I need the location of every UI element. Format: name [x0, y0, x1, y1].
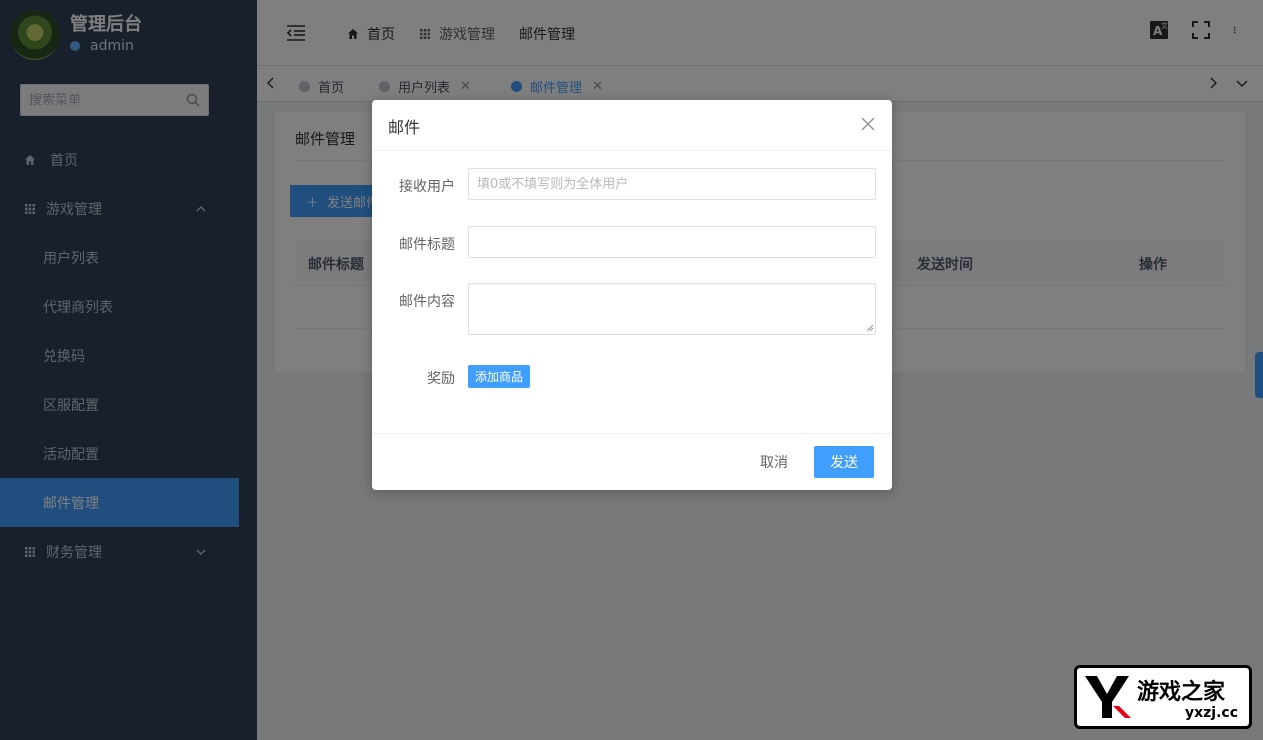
- site-name: 游戏之家: [1137, 680, 1226, 705]
- body-textarea[interactable]: [468, 283, 876, 335]
- recipient-label: 接收用户: [399, 179, 455, 195]
- divider: [372, 433, 892, 434]
- subject-label: 邮件标题: [399, 237, 455, 253]
- reward-label: 奖励: [427, 371, 455, 387]
- add-goods-button[interactable]: 添加商品: [468, 365, 531, 388]
- site-badge: 游戏之家 yxzj.cc: [1074, 665, 1252, 729]
- mail-dialog: 邮件 接收用户 邮件标题 邮件内容 奖励 添加商品 取消 发送: [372, 100, 892, 490]
- recipient-input[interactable]: [468, 168, 876, 200]
- site-url: yxzj.cc: [1185, 705, 1239, 721]
- close-icon[interactable]: [860, 116, 876, 132]
- cancel-button[interactable]: 取消: [744, 446, 804, 478]
- resize-handle-icon[interactable]: [866, 324, 874, 332]
- subject-input[interactable]: [468, 226, 876, 258]
- body-label: 邮件内容: [399, 294, 455, 310]
- send-button[interactable]: 发送: [814, 446, 874, 478]
- dialog-header: 邮件: [372, 100, 892, 151]
- dialog-title: 邮件: [388, 118, 421, 137]
- site-logo-icon: [1085, 676, 1131, 718]
